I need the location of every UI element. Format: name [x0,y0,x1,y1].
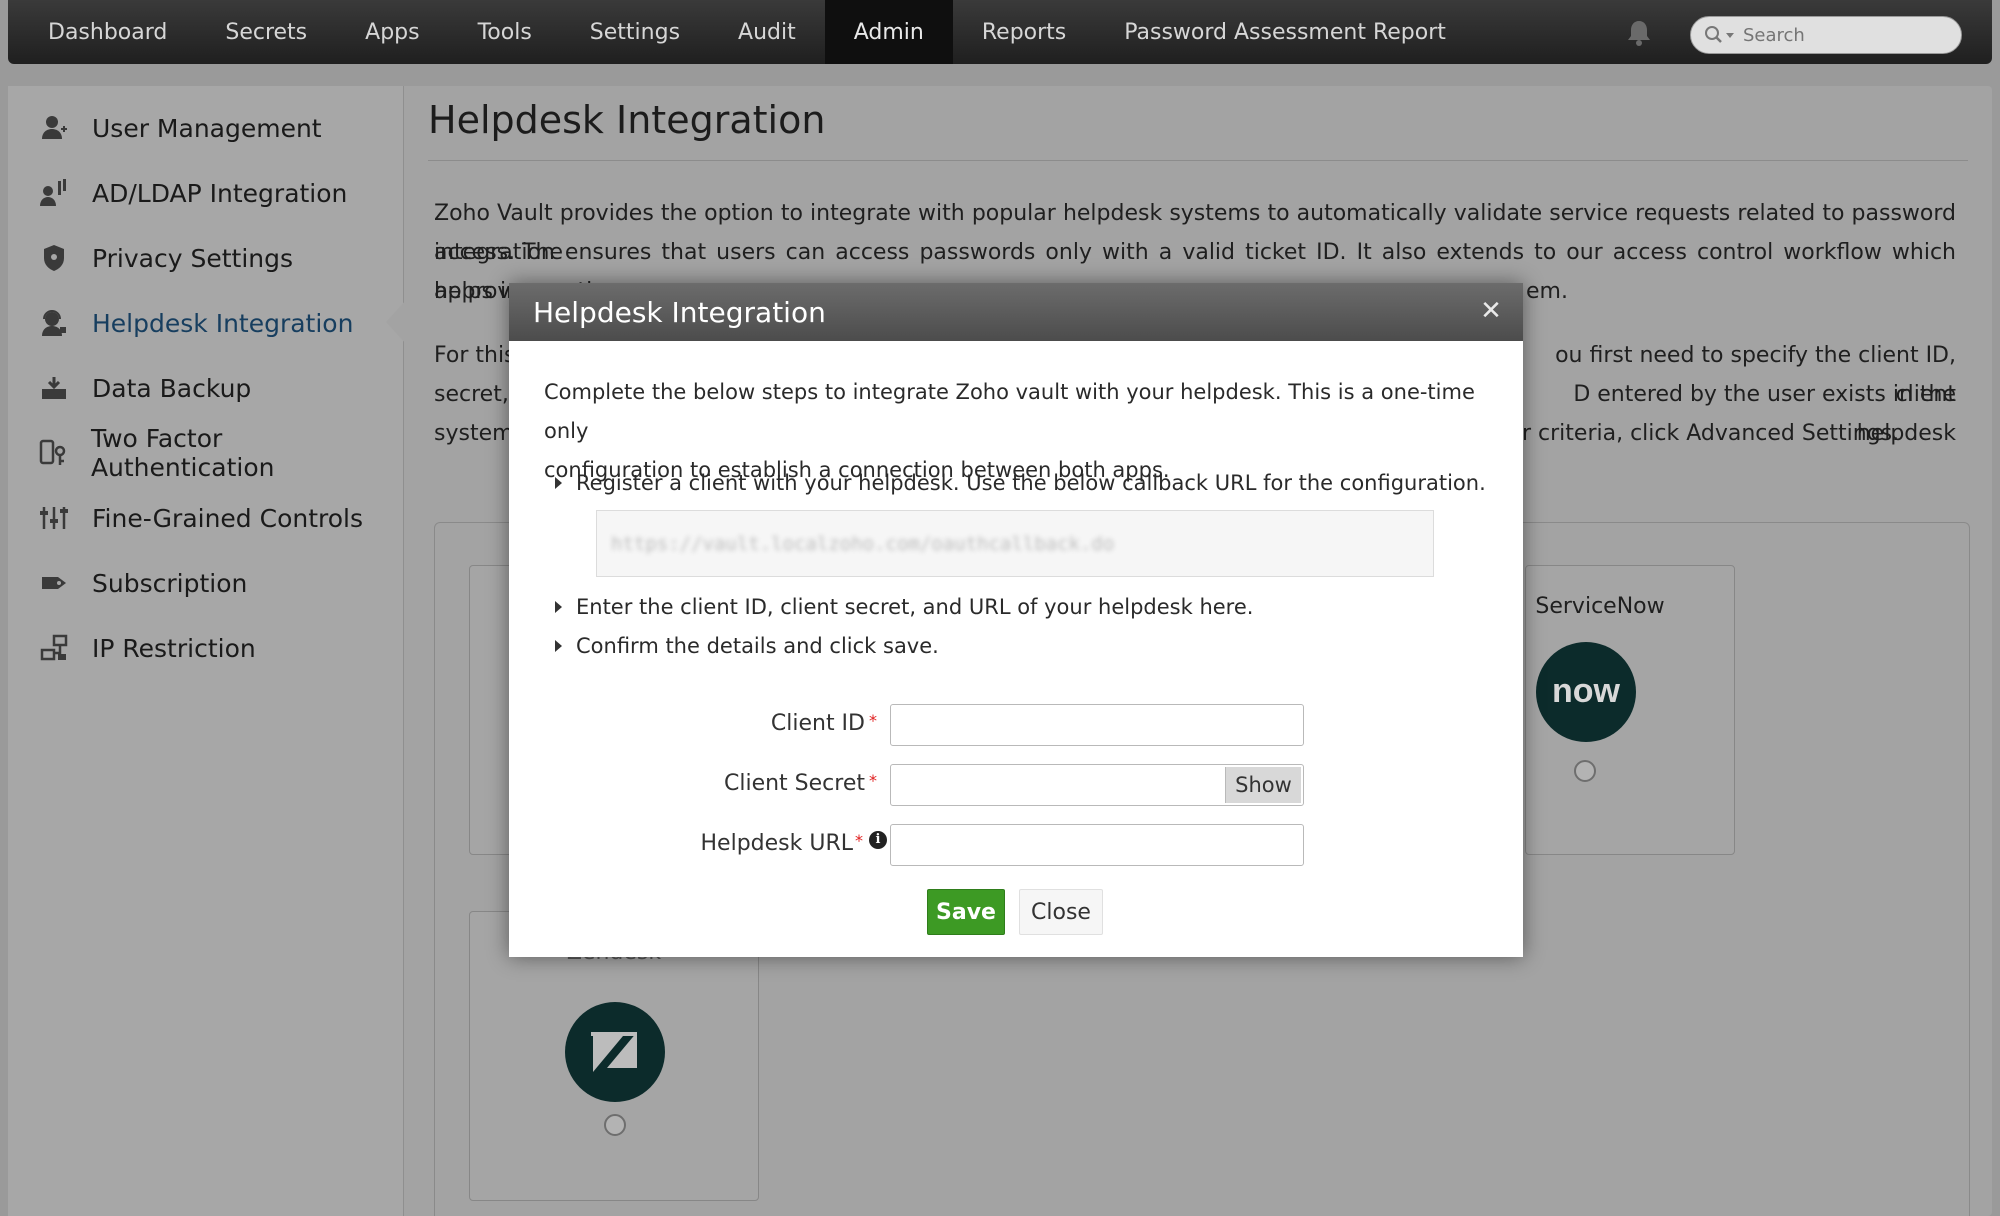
zendesk-logo [565,1002,665,1102]
nav-password-assessment-report[interactable]: Password Assessment Report [1095,0,1475,64]
close-button[interactable]: Close [1019,889,1103,935]
show-secret-button[interactable]: Show [1225,767,1301,803]
sidebar-item-label: Privacy Settings [92,243,294,273]
servicenow-logo-text: now [1552,672,1621,710]
sidebar-item-privacy-settings[interactable]: Privacy Settings [38,238,293,278]
save-button[interactable]: Save [927,889,1005,935]
step-confirm: Confirm the details and click save. [555,634,939,658]
step-register-client: Register a client with your helpdesk. Us… [555,471,1486,495]
sidebar-item-label: Two Factor Authentication [90,424,275,482]
active-pointer [386,300,406,344]
client-id-label-text: Client ID [770,711,865,736]
shield-icon [38,242,70,274]
sidebar-item-data-backup[interactable]: Data Backup [38,368,251,408]
sidebar-item-label: IP Restriction [92,633,256,663]
sidebar-item-label: Helpdesk Integration [92,308,354,338]
dialog-title: Helpdesk Integration [533,295,826,329]
sidebar-item-label: Data Backup [92,373,252,403]
bullet-arrow-icon [555,601,562,613]
required-marker: * [869,711,877,730]
required-marker: * [855,831,863,850]
callback-url-box[interactable]: https://vault.localzoho.com/oauthcallbac… [596,510,1434,577]
required-marker: * [869,771,877,790]
setup-line-3-end: r criteria, click Advanced Settings. [1522,421,1900,446]
intro-line-3-end: em. [1526,279,1568,304]
nav-audit[interactable]: Audit [709,0,825,64]
search-icon [1703,24,1737,46]
step-text: Enter the client ID, client secret, and … [576,595,1254,619]
network-icon [38,632,70,664]
nav-apps[interactable]: Apps [336,0,448,64]
callback-url: https://vault.localzoho.com/oauthcallbac… [611,532,1115,555]
sidebar-item-fine-grained-controls[interactable]: Fine-Grained Controls [38,498,363,538]
servicenow-radio[interactable] [1574,760,1596,782]
nav-dashboard[interactable]: Dashboard [8,0,196,64]
zendesk-radio[interactable] [604,1114,626,1136]
nav-secrets[interactable]: Secrets [196,0,336,64]
sidebar-item-ip-restriction[interactable]: IP Restriction [38,628,256,668]
two-factor-icon [38,437,69,469]
step-enter-details: Enter the client ID, client secret, and … [555,595,1254,619]
dialog-header: Helpdesk Integration ✕ [509,283,1523,341]
sidebar-item-label: Subscription [92,568,248,598]
sidebar-item-label: AD/LDAP Integration [92,178,348,208]
client-secret-field[interactable]: Show [890,764,1304,806]
sliders-icon [38,502,70,534]
sidebar-item-helpdesk-integration[interactable]: Helpdesk Integration [38,303,353,343]
sidebar-item-label: User Management [92,113,322,143]
backup-icon [38,372,70,404]
page-title: Helpdesk Integration [428,98,826,142]
client-id-field[interactable] [890,704,1304,746]
title-divider [428,160,1968,161]
sidebar-item-user-management[interactable]: User Management [38,108,322,148]
client-secret-label: Client Secret * [724,771,877,796]
helpdesk-url-label-text: Helpdesk URL [700,831,854,856]
client-id-input[interactable] [891,705,1303,745]
bullet-arrow-icon [555,640,562,652]
servicenow-logo: now [1536,642,1636,742]
step-text: Register a client with your helpdesk. Us… [576,471,1486,495]
nav-tools[interactable]: Tools [449,0,561,64]
sidebar-item-subscription[interactable]: Subscription [38,563,247,603]
nav-admin[interactable]: Admin [824,0,953,64]
nav-reports[interactable]: Reports [953,0,1095,64]
servicenow-name: ServiceNow [1535,594,1665,619]
helpdesk-url-label: Helpdesk URL * i [700,831,887,856]
admin-sidebar: User Management AD/LDAP Integration Priv… [8,86,404,1216]
tag-icon [38,567,70,599]
nav-settings[interactable]: Settings [561,0,709,64]
sidebar-item-two-factor-authentication[interactable]: Two Factor Authentication [38,424,403,482]
dialog-intro-line-1: Complete the below steps to integrate Zo… [544,380,1475,443]
info-icon[interactable]: i [869,831,887,849]
bell-icon[interactable] [1624,18,1654,48]
helpdesk-url-field[interactable] [890,824,1304,866]
client-id-label: Client ID * [771,711,877,736]
directory-icon [38,177,70,209]
headset-icon [38,307,70,339]
helpdesk-integration-dialog: Helpdesk Integration ✕ Complete the belo… [509,283,1523,957]
helpdesk-url-input[interactable] [891,825,1303,865]
search-box[interactable] [1690,16,1962,54]
step-text: Confirm the details and click save. [576,634,939,658]
sidebar-item-label: Fine-Grained Controls [92,503,364,533]
user-icon [38,112,70,144]
client-secret-label-text: Client Secret [723,771,865,796]
close-icon[interactable]: ✕ [1477,297,1505,325]
bullet-arrow-icon [555,477,562,489]
search-input[interactable] [1743,24,1943,46]
helpdesk-card-servicenow[interactable]: ServiceNow now [1525,565,1735,855]
sidebar-item-ad-ldap[interactable]: AD/LDAP Integration [38,173,347,213]
